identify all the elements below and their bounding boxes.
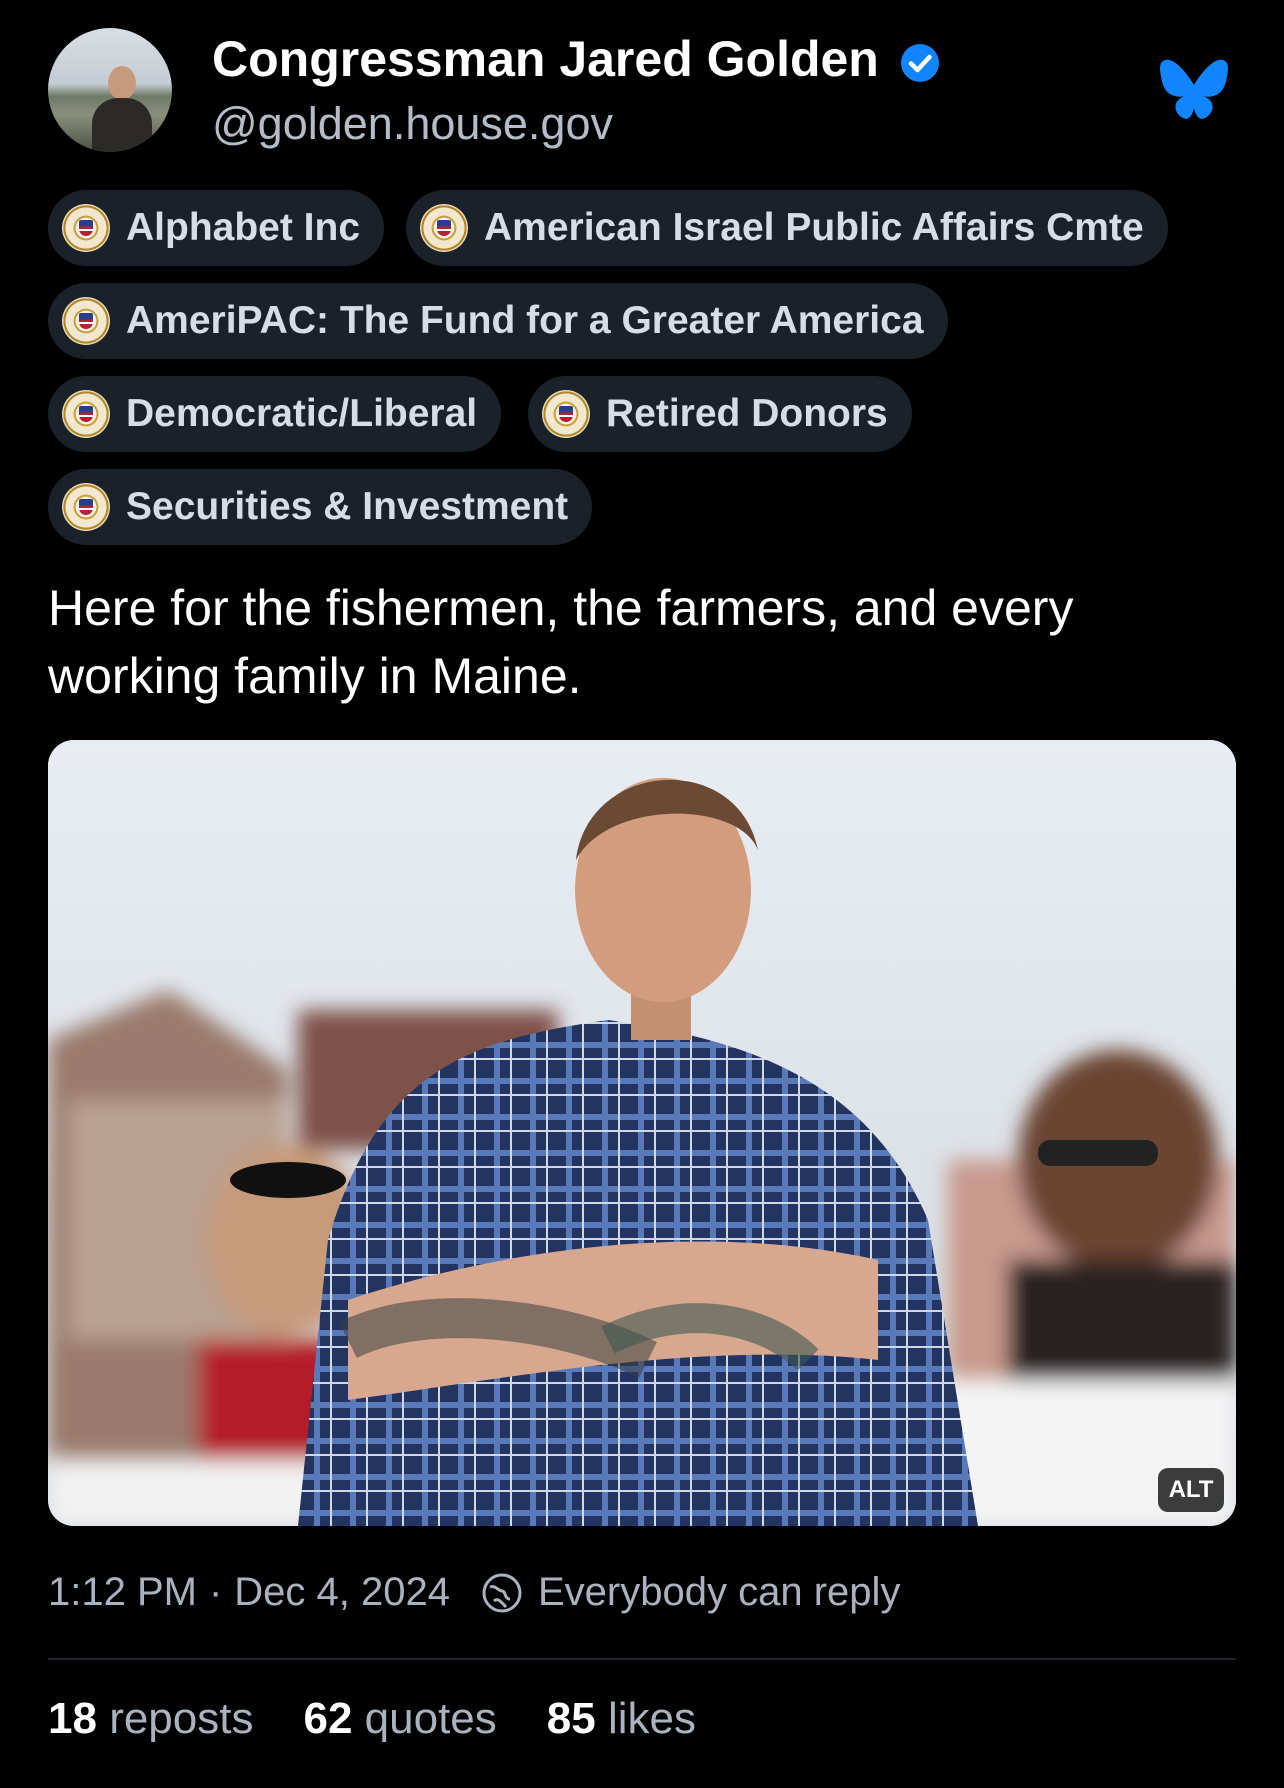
label-text: American Israel Public Affairs Cmte [484,206,1144,249]
engagement-stats: 18 reposts 62 quotes 85 likes [48,1694,746,1744]
likes-stat[interactable]: 85 likes [547,1694,696,1744]
label-pill[interactable]: Retired Donors [528,376,912,452]
avatar[interactable] [48,28,172,152]
label-pill[interactable]: American Israel Public Affairs Cmte [406,190,1168,266]
post-image[interactable] [48,740,1236,1526]
post-meta: 1:12 PM · Dec 4, 2024 Everybody can repl… [48,1570,900,1615]
label-text: Democratic/Liberal [126,392,478,435]
us-seal-icon [62,204,110,252]
display-name[interactable]: Congressman Jared Golden [212,30,879,88]
label-pill[interactable]: AmeriPAC: The Fund for a Greater America [48,283,948,359]
avatar-person-body [92,98,152,152]
us-seal-icon [62,297,110,345]
label-pill[interactable]: Alphabet Inc [48,190,385,266]
label-text: Securities & Investment [126,485,569,528]
verified-check-icon [901,44,939,82]
divider [48,1658,1236,1660]
handle[interactable]: @golden.house.gov [212,98,613,150]
alt-text-badge[interactable]: ALT [1158,1468,1224,1512]
us-seal-icon [420,204,468,252]
label-text: Retired Donors [606,392,888,435]
label-pill[interactable]: Securities & Investment [48,469,593,545]
photo-illustration [48,740,1236,1526]
label-text: Alphabet Inc [126,206,361,249]
reposts-label: reposts [109,1694,254,1743]
post-date[interactable]: Dec 4, 2024 [234,1570,450,1615]
avatar-person-head [108,66,136,100]
quotes-stat[interactable]: 62 quotes [303,1694,496,1744]
reposts-count: 18 [48,1694,97,1743]
bluesky-butterfly-icon[interactable] [1158,58,1230,122]
reposts-stat[interactable]: 18 reposts [48,1694,253,1744]
label-text: AmeriPAC: The Fund for a Greater America [126,299,924,342]
post-text: Here for the fishermen, the farmers, and… [48,580,1074,704]
quotes-label: quotes [364,1694,497,1743]
reply-globe-icon [482,1573,522,1612]
quotes-count: 62 [303,1694,353,1743]
label-pill[interactable]: Democratic/Liberal [48,376,502,452]
likes-count: 85 [546,1694,596,1743]
us-seal-icon [62,390,110,438]
post-time: 1:12 PM [48,1570,197,1614]
meta-separator: · [208,1570,223,1614]
reply-setting[interactable]: Everybody can reply [538,1570,900,1615]
likes-label: likes [607,1694,696,1743]
us-seal-icon [62,483,110,531]
us-seal-icon [542,390,590,438]
